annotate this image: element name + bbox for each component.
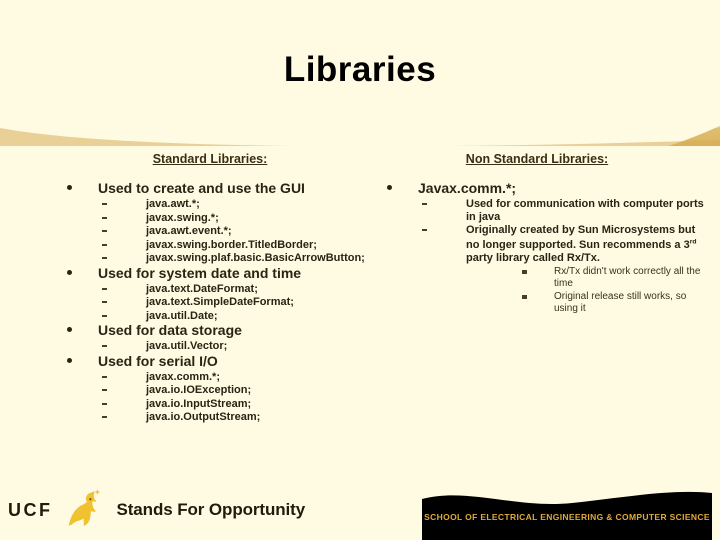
sub-label: java.awt.event.*;: [146, 225, 232, 237]
sub-list: javax.comm.*; java.io.IOException; java.…: [98, 371, 370, 424]
list-item: java.awt.event.*;: [98, 225, 370, 238]
bullet-dash-icon: [102, 375, 107, 378]
sub-label: java.io.IOException;: [146, 384, 252, 396]
sub-label-part-1: Originally created by Sun Microsystems b…: [466, 224, 696, 252]
list-item: Used to create and use the GUI java.awt.…: [50, 180, 370, 265]
sub-label: java.text.DateFormat;: [146, 282, 258, 295]
ucf-wordmark: UCF: [8, 499, 53, 520]
list-item: java.util.Vector;: [98, 340, 370, 353]
sub-label: java.io.InputStream;: [146, 397, 252, 410]
sub-label: java.util.Vector;: [146, 340, 228, 352]
list-item: java.text.DateFormat;: [98, 283, 370, 296]
sub-label: java.util.Date;: [146, 309, 218, 322]
sub-label: javax.swing.*;: [146, 211, 219, 224]
bullet-dash-icon: [102, 243, 107, 246]
bullet-dash-icon: [102, 345, 107, 347]
bullet-dash-icon: [422, 229, 427, 231]
bullet-label: Used for data storage: [98, 322, 242, 338]
sub-label: Used for communication with computer por…: [466, 198, 704, 223]
bullet-dash-icon: [102, 314, 107, 317]
slide-canvas: Libraries Standard Libraries: Used to cr…: [0, 0, 720, 540]
ucf-tagline: Stands For Opportunity: [116, 500, 306, 519]
list-item: javax.swing.border.TitledBorder;: [98, 239, 370, 252]
list-item: Original release still works, so using i…: [510, 291, 710, 314]
bullet-dash-icon: [102, 389, 107, 391]
page-title: Libraries: [283, 50, 437, 89]
bullet-square-icon: [522, 295, 527, 300]
bullet-dash-icon: [102, 402, 107, 405]
list-item: Rx/Tx didn't work correctly all the time: [510, 266, 710, 289]
bullet-dash-icon: [422, 203, 427, 205]
sub-label: java.io.OutputStream;: [146, 411, 261, 423]
bullet-dot-icon: [67, 185, 72, 190]
bullet-label: Used to create and use the GUI: [98, 180, 305, 196]
list-item: java.awt.*;: [98, 198, 370, 211]
bullet-dot-icon: [67, 269, 72, 275]
list-item: java.io.IOException;: [98, 384, 370, 397]
bullet-dash-icon: [102, 203, 107, 205]
sub-label: java.awt.*;: [146, 198, 200, 210]
standard-libraries-list: Used to create and use the GUI java.awt.…: [50, 180, 370, 424]
list-item: Used for communication with computer por…: [418, 198, 710, 223]
sub-list: java.text.DateFormat; java.text.SimpleDa…: [98, 283, 370, 323]
sub-sub-label: Rx/Tx didn't work correctly all the time: [554, 266, 701, 289]
sub-list: java.awt.*; javax.swing.*; java.awt.even…: [98, 198, 370, 265]
list-item: java.util.Date;: [98, 310, 370, 323]
sub-list: Used for communication with computer por…: [418, 198, 710, 314]
sub-sub-label: Original release still works, so using i…: [554, 291, 687, 314]
standard-libraries-column: Standard Libraries: Used to create and u…: [50, 152, 370, 424]
list-item: Originally created by Sun Microsystems b…: [418, 224, 710, 314]
sub-label: javax.comm.*;: [146, 370, 220, 383]
ucf-logo-lockup: UCF Stands For Opportunity: [8, 488, 305, 532]
bullet-dot-icon: [67, 327, 72, 332]
school-banner-label: SCHOOL OF ELECTRICAL ENGINEERING & COMPU…: [424, 512, 710, 522]
bullet-label: Javax.comm.*;: [418, 180, 517, 196]
list-item: Javax.comm.*; Used for communication wit…: [370, 180, 710, 314]
list-item: java.io.OutputStream;: [98, 411, 370, 424]
standard-libraries-heading: Standard Libraries:: [152, 152, 268, 166]
list-item: Used for serial I/O javax.comm.*; java.i…: [50, 353, 370, 424]
bullet-dot-icon: [387, 185, 392, 190]
sub-label: javax.swing.border.TitledBorder;: [146, 238, 317, 251]
sub-label: java.text.SimpleDateFormat;: [146, 296, 294, 308]
list-item: java.text.SimpleDateFormat;: [98, 296, 370, 309]
list-item: javax.comm.*;: [98, 371, 370, 384]
sub-label: javax.swing.plaf.basic.BasicArrowButton;: [146, 252, 365, 264]
non-standard-libraries-column: Non Standard Libraries: Javax.comm.*; Us…: [370, 152, 710, 314]
sub-label-part-2: party library called Rx/Tx.: [466, 251, 600, 264]
bullet-square-icon: [522, 270, 527, 275]
sub-label: Originally created by Sun Microsystems b…: [466, 224, 697, 264]
bullet-dash-icon: [102, 301, 107, 303]
non-standard-libraries-heading: Non Standard Libraries:: [465, 152, 609, 166]
bullet-dash-icon: [102, 216, 107, 219]
pegasus-logo-icon: [61, 486, 107, 535]
list-item: java.io.InputStream;: [98, 398, 370, 411]
list-item: javax.swing.*;: [98, 212, 370, 225]
bullet-dot-icon: [67, 357, 72, 363]
ordinal-superscript: rd: [689, 238, 697, 246]
bullet-dash-icon: [102, 416, 107, 418]
list-item: Used for system date and time java.text.…: [50, 265, 370, 323]
bullet-dash-icon: [102, 287, 107, 290]
bullet-label: Used for system date and time: [98, 264, 302, 281]
sub-sub-list: Rx/Tx didn't work correctly all the time…: [510, 266, 710, 314]
bullet-dash-icon: [102, 230, 107, 232]
sub-list: java.util.Vector;: [98, 340, 370, 353]
list-item: javax.swing.plaf.basic.BasicArrowButton;: [98, 252, 370, 265]
school-banner: SCHOOL OF ELECTRICAL ENGINEERING & COMPU…: [422, 487, 712, 540]
bullet-label: Used for serial I/O: [98, 352, 218, 369]
list-item: Used for data storage java.util.Vector;: [50, 322, 370, 353]
bullet-dash-icon: [102, 257, 107, 259]
non-standard-libraries-list: Javax.comm.*; Used for communication wit…: [370, 180, 710, 314]
